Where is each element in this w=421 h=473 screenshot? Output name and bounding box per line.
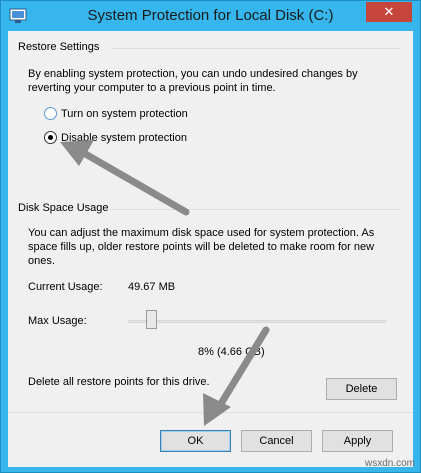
button-bar-divider xyxy=(8,412,413,413)
restore-description-line1: By enabling system protection, you can u… xyxy=(28,68,358,80)
cancel-button[interactable]: Cancel xyxy=(241,430,312,452)
title-bar[interactable]: System Protection for Local Disk (C:) ✕ xyxy=(1,1,420,31)
disk-description-line2: space fills up, older restore points wil… xyxy=(28,241,375,253)
current-usage-value: 49.67 MB xyxy=(128,281,176,293)
disk-space-divider xyxy=(111,209,401,210)
current-usage-label: Current Usage: xyxy=(28,281,103,293)
delete-button[interactable]: Delete xyxy=(326,378,397,400)
disk-description-line3: ones. xyxy=(28,255,55,267)
apply-button[interactable]: Apply xyxy=(322,430,393,452)
max-usage-label: Max Usage: xyxy=(28,315,87,327)
ok-button[interactable]: OK xyxy=(160,430,231,452)
restore-settings-heading: Restore Settings xyxy=(18,41,100,53)
window-title: System Protection for Local Disk (C:) xyxy=(87,7,334,24)
radio-button-on[interactable] xyxy=(44,131,57,144)
restore-settings-divider xyxy=(111,48,401,49)
close-button[interactable]: ✕ xyxy=(366,2,412,22)
max-usage-slider-thumb[interactable] xyxy=(146,310,158,329)
radio-disable-protection[interactable]: Disable system protection xyxy=(44,131,187,144)
disk-space-heading: Disk Space Usage xyxy=(18,202,109,214)
radio-label: Disable system protection xyxy=(61,131,187,144)
dialog-window: System Protection for Local Disk (C:) ✕ … xyxy=(0,0,421,473)
radio-turn-on-protection[interactable]: Turn on system protection xyxy=(44,107,188,120)
max-usage-slider-track[interactable] xyxy=(128,320,386,323)
watermark: wsxdn.com xyxy=(364,458,415,469)
radio-label: Turn on system protection xyxy=(61,107,188,120)
restore-description-line2: reverting your computer to a previous po… xyxy=(28,82,276,94)
radio-button-off[interactable] xyxy=(44,107,57,120)
delete-restore-points-text: Delete all restore points for this drive… xyxy=(28,376,210,388)
max-usage-value: 8% (4.66 GB) xyxy=(198,346,265,358)
dialog-client: Restore Settings By enabling system prot… xyxy=(8,31,413,467)
disk-description-line1: You can adjust the maximum disk space us… xyxy=(28,227,375,239)
